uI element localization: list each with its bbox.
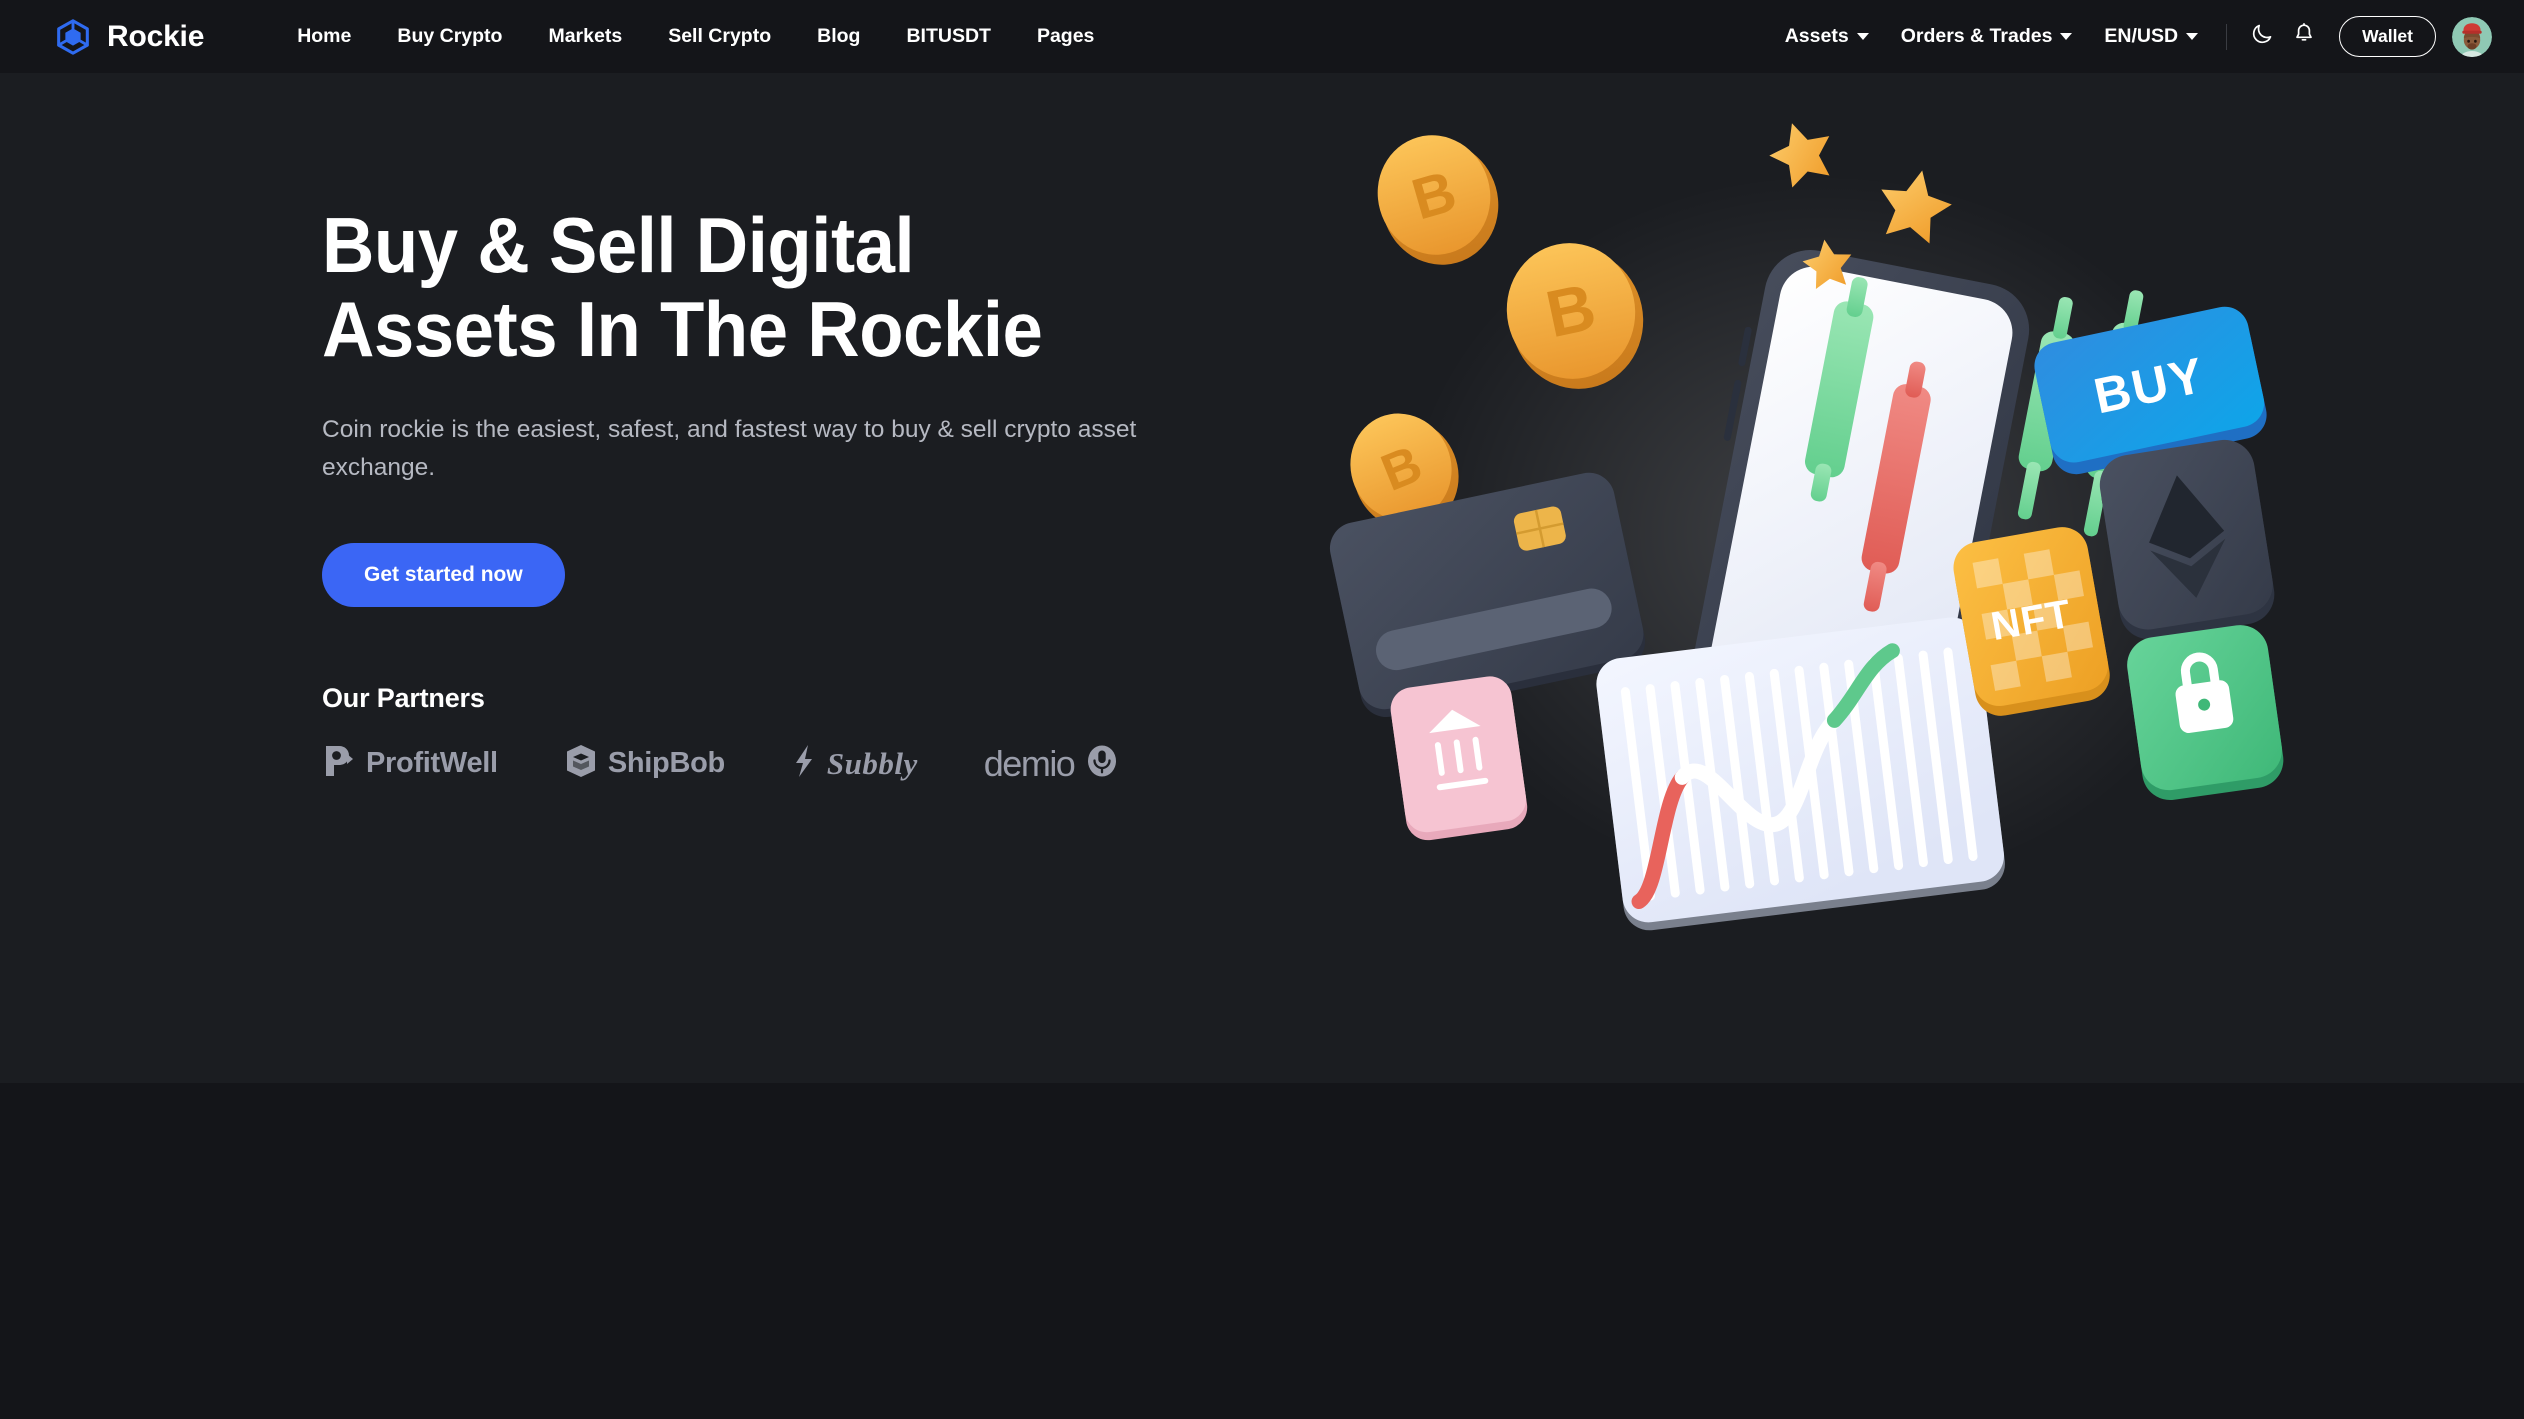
hero-title-line-1: Buy & Sell Digital — [322, 201, 915, 289]
below-fold-section — [0, 1083, 2524, 1419]
get-started-button[interactable]: Get started now — [322, 543, 565, 608]
theme-toggle-button[interactable] — [2245, 20, 2279, 54]
page-title: Buy & Sell Digital Assets In The Rockie — [322, 203, 1252, 371]
nav-divider — [2226, 23, 2228, 50]
chevron-down-icon — [2186, 33, 2199, 40]
partner-label: demio — [983, 742, 1076, 784]
subbly-bolt-icon — [791, 742, 817, 785]
nav-link-markets[interactable]: Markets — [525, 17, 645, 56]
partner-label: ProfitWell — [366, 747, 498, 780]
nav-link-buy-crypto[interactable]: Buy Crypto — [374, 17, 525, 56]
nav-link-bitusdt[interactable]: BITUSDT — [883, 17, 1014, 56]
hero-title-line-2: Assets In The Rockie — [322, 285, 1043, 374]
nav-link-blog[interactable]: Blog — [794, 17, 883, 56]
nav-right-cluster: Assets Orders & Trades EN/USD Wallet — [1769, 16, 2492, 57]
avatar[interactable] — [2452, 16, 2492, 57]
hero-subtitle: Coin rockie is the easiest, safest, and … — [322, 416, 1137, 482]
partner-profitwell[interactable]: ProfitWell — [322, 742, 498, 785]
partner-demio[interactable]: demio — [984, 742, 1121, 785]
chevron-down-icon — [2060, 33, 2073, 40]
partner-label: Subbly — [826, 745, 918, 781]
top-navbar: Rockie Home Buy Crypto Markets Sell Cryp… — [0, 0, 2524, 73]
hero-section: Buy & Sell Digital Assets In The Rockie … — [0, 73, 2524, 1083]
orders-trades-dropdown[interactable]: Orders & Trades — [1885, 17, 2089, 56]
nav-link-home[interactable]: Home — [274, 17, 374, 56]
partner-label: ShipBob — [607, 747, 725, 780]
partners-heading: Our Partners — [322, 683, 485, 714]
primary-nav: Home Buy Crypto Markets Sell Crypto Blog… — [274, 17, 1117, 56]
assets-dropdown[interactable]: Assets — [1769, 17, 1885, 56]
nav-link-sell-crypto[interactable]: Sell Crypto — [645, 17, 794, 56]
partner-shipbob[interactable]: ShipBob — [564, 742, 725, 785]
brand-name: Rockie — [107, 19, 205, 53]
assets-dropdown-label: Assets — [1784, 25, 1849, 47]
language-currency-label: EN/USD — [2104, 25, 2179, 47]
orders-trades-dropdown-label: Orders & Trades — [1900, 25, 2053, 47]
demio-mic-icon — [1084, 742, 1120, 785]
wallet-button[interactable]: Wallet — [2339, 16, 2436, 57]
notifications-button[interactable] — [2287, 20, 2321, 54]
shipbob-box-icon — [564, 742, 598, 785]
moon-icon — [2250, 22, 2274, 51]
crypto-trading-3d-illustration: B B B BUY NFT — [1322, 113, 2322, 953]
cube-logo-icon — [52, 16, 94, 58]
partner-subbly[interactable]: Subbly — [791, 742, 918, 785]
profitwell-mark-icon — [322, 742, 356, 785]
hero-copy: Buy & Sell Digital Assets In The Rockie … — [322, 73, 1442, 785]
brand-logo-link[interactable]: Rockie — [52, 16, 204, 58]
language-currency-dropdown[interactable]: EN/USD — [2088, 17, 2214, 56]
nav-link-pages[interactable]: Pages — [1014, 17, 1117, 56]
bell-icon — [2292, 22, 2316, 51]
chevron-down-icon — [1856, 33, 1869, 40]
partners-logo-row: ProfitWell ShipBob Subbly demio — [322, 742, 1442, 785]
